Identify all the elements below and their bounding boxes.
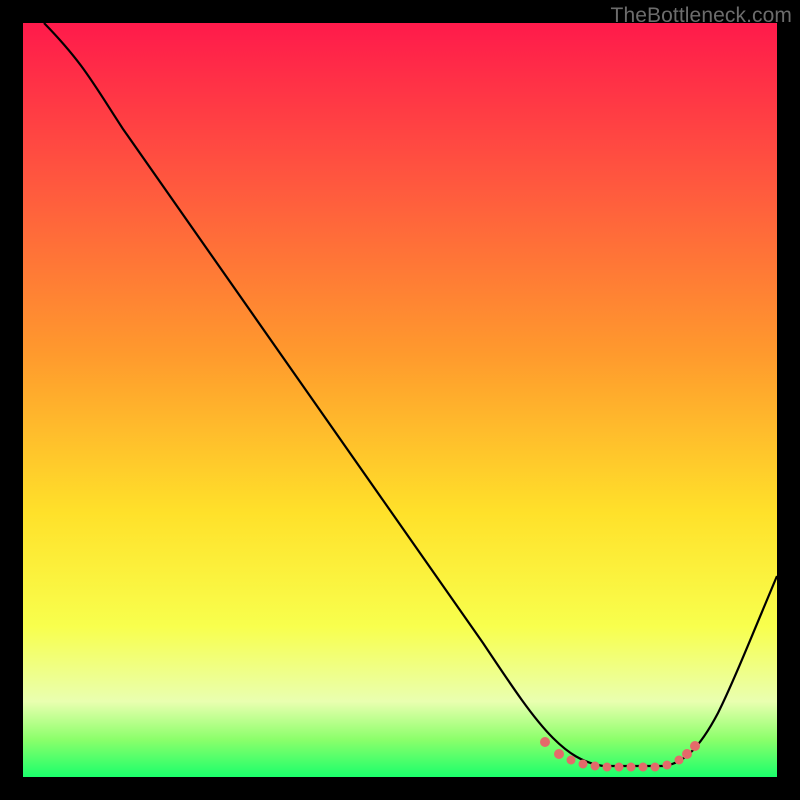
chart-curve-svg [23, 23, 777, 777]
chart-main-curve [44, 23, 777, 766]
chart-accent-dots [540, 737, 700, 772]
chart-stage: TheBottleneck.com [0, 0, 800, 800]
chart-plot-area [23, 23, 777, 777]
watermark-text: TheBottleneck.com [611, 4, 792, 28]
